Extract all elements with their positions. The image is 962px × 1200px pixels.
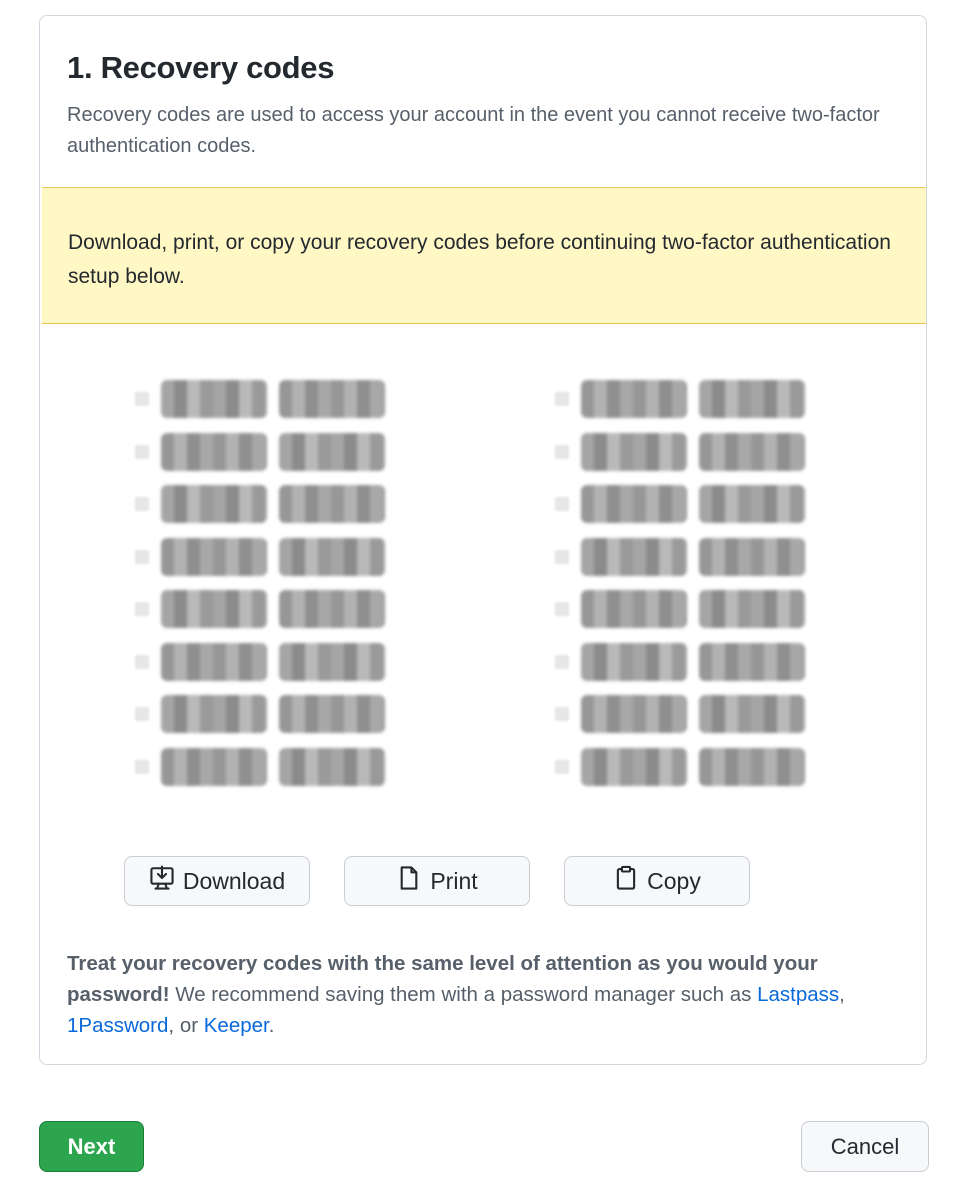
1password-link[interactable]: 1Password xyxy=(67,1014,168,1037)
section-description: Recovery codes are used to access your a… xyxy=(67,104,880,157)
recovery-code xyxy=(135,373,385,426)
clipboard-icon xyxy=(613,865,639,897)
recovery-codes-card: 1. Recovery codes Recovery codes are use… xyxy=(39,15,927,1065)
next-button[interactable]: Next xyxy=(39,1121,144,1172)
recovery-code xyxy=(135,531,385,584)
recovery-codes-right-column xyxy=(555,373,805,793)
cancel-button[interactable]: Cancel xyxy=(801,1121,929,1172)
recovery-code xyxy=(555,531,805,584)
security-note: Treat your recovery codes with the same … xyxy=(67,952,845,1037)
recovery-code xyxy=(135,741,385,794)
section-title: 1. Recovery codes xyxy=(67,50,335,85)
recovery-code xyxy=(555,478,805,531)
download-icon xyxy=(149,865,175,897)
print-button[interactable]: Print xyxy=(344,856,530,906)
warning-text: Download, print, or copy your recovery c… xyxy=(68,231,891,288)
keeper-link[interactable]: Keeper xyxy=(204,1014,269,1037)
recovery-code xyxy=(135,636,385,689)
download-label: Download xyxy=(182,867,286,894)
recovery-codes-left-column xyxy=(135,373,385,793)
print-label: Print xyxy=(430,867,478,894)
recovery-code xyxy=(555,426,805,479)
recovery-code xyxy=(135,478,385,531)
copy-button[interactable]: Copy xyxy=(564,856,750,906)
file-icon xyxy=(396,865,422,897)
recovery-code xyxy=(135,688,385,741)
recovery-code xyxy=(135,426,385,479)
lastpass-link[interactable]: Lastpass xyxy=(757,983,839,1006)
recovery-code xyxy=(555,741,805,794)
recovery-code xyxy=(555,688,805,741)
recovery-code xyxy=(555,636,805,689)
download-button[interactable]: Download xyxy=(124,856,310,906)
recovery-code xyxy=(555,373,805,426)
recovery-code xyxy=(135,583,385,636)
warning-banner: Download, print, or copy your recovery c… xyxy=(42,187,926,324)
recovery-code xyxy=(555,583,805,636)
copy-label: Copy xyxy=(647,867,701,894)
